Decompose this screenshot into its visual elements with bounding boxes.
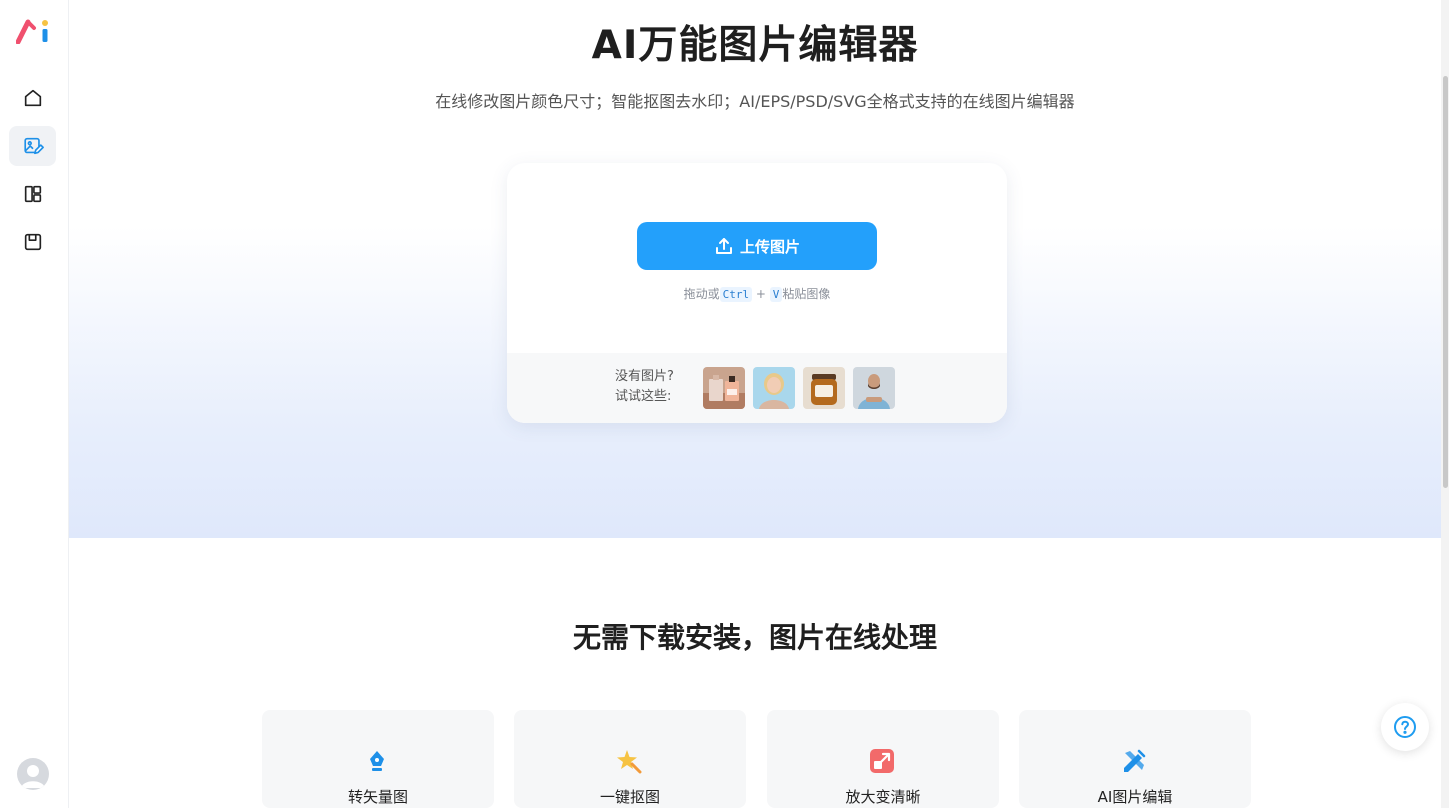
samples-label-line1: 没有图片? [615, 369, 674, 384]
feature-label: AI图片编辑 [1097, 788, 1173, 806]
paste-hint: 拖动或 Ctrl + V 粘贴图像 [507, 285, 1007, 302]
scrollbar-thumb[interactable] [1443, 76, 1448, 488]
upload-image-button[interactable]: 上传图片 [637, 222, 877, 270]
ai-logo-icon[interactable] [16, 18, 52, 44]
sidebar-item-image-editor[interactable] [9, 126, 56, 166]
image-edit-icon [23, 137, 44, 155]
hint-prefix: 拖动或 [683, 287, 720, 301]
pen-tool-icon [370, 751, 384, 771]
hint-plus: + [755, 287, 766, 301]
upload-card[interactable]: 上传图片 拖动或 Ctrl + V 粘贴图像 没有图片? 试试这些: [507, 163, 1007, 423]
feature-label: 放大变清晰 [845, 788, 921, 806]
perfume-thumbnail-icon [703, 367, 745, 409]
sample-image-perfume[interactable] [703, 367, 745, 409]
page-subtitle: 在线修改图片颜色尺寸；智能抠图去水印；AI/EPS/PSD/SVG全格式支持的在… [435, 92, 1075, 111]
page-title: AI万能图片编辑器 [591, 23, 919, 68]
sample-image-man[interactable] [853, 367, 895, 409]
enlarge-icon [870, 749, 894, 773]
sample-image-jar[interactable] [803, 367, 845, 409]
samples-label: 没有图片? 试试这些: [615, 367, 674, 407]
help-icon [1394, 716, 1416, 738]
hero-section: AI万能图片编辑器 在线修改图片颜色尺寸；智能抠图去水印；AI/EPS/PSD/… [69, 0, 1441, 538]
jar-thumbnail-icon [803, 367, 845, 409]
kbd-ctrl: Ctrl [719, 287, 753, 302]
man-thumbnail-icon [853, 367, 895, 409]
hint-suffix: 粘贴图像 [782, 287, 831, 301]
feature-label: 一键抠图 [599, 788, 660, 806]
feature-card-upscale[interactable]: 放大变清晰 [767, 710, 999, 808]
avatar[interactable] [17, 758, 49, 790]
sidebar [0, 0, 69, 808]
feature-card-ai-edit[interactable]: AI图片编辑 [1019, 710, 1251, 808]
feature-card-vectorize[interactable]: 转矢量图 [262, 710, 494, 808]
sample-image-woman[interactable] [753, 367, 795, 409]
feature-card-cutout[interactable]: 一键抠图 [514, 710, 746, 808]
help-button[interactable] [1381, 703, 1429, 751]
section-title: 无需下载安装，图片在线处理 [572, 621, 937, 654]
upload-button-label: 上传图片 [739, 237, 800, 256]
sidebar-item-saved[interactable] [9, 222, 56, 262]
magic-star-icon [617, 750, 642, 774]
home-icon [24, 89, 41, 107]
upload-icon [715, 238, 732, 254]
kbd-v: V [769, 287, 783, 302]
edit-tools-icon [1124, 749, 1146, 772]
user-avatar-icon [21, 765, 45, 788]
sample-images-bar: 没有图片? 试试这些: [507, 353, 1007, 423]
save-icon [24, 233, 41, 251]
layout-icon [24, 185, 41, 203]
samples-label-line2: 试试这些: [615, 389, 672, 404]
feature-label: 转矢量图 [347, 788, 408, 806]
sidebar-item-templates[interactable] [9, 174, 56, 214]
sidebar-item-home[interactable] [9, 78, 56, 118]
woman-thumbnail-icon [753, 367, 795, 409]
